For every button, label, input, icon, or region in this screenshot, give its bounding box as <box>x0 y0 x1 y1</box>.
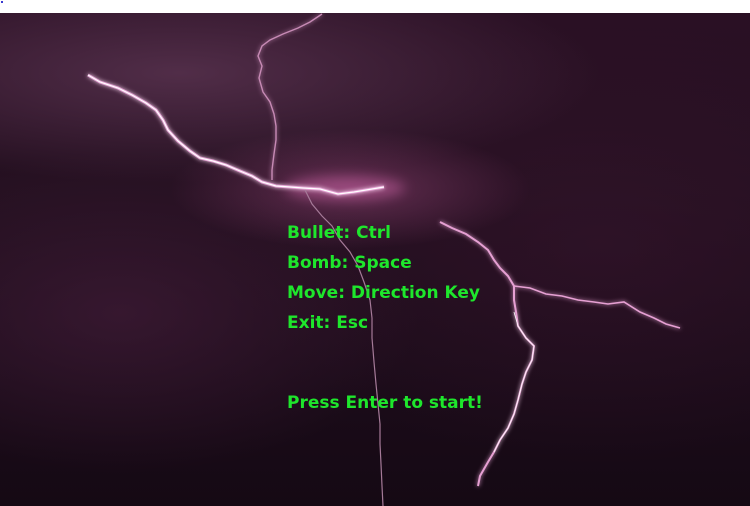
corner-pixel <box>1 1 3 3</box>
exit-control-label: Exit: Esc <box>287 313 369 333</box>
game-window[interactable]: Bullet: Ctrl Bomb: Space Move: Direction… <box>0 0 750 506</box>
bullet-control-label: Bullet: Ctrl <box>287 223 391 243</box>
bomb-control-label: Bomb: Space <box>287 253 412 273</box>
bolt-right <box>439 221 681 487</box>
bolt-top <box>257 13 323 180</box>
window-top-strip <box>0 0 750 13</box>
move-control-label: Move: Direction Key <box>287 283 480 303</box>
start-prompt: Press Enter to start! <box>287 393 483 413</box>
